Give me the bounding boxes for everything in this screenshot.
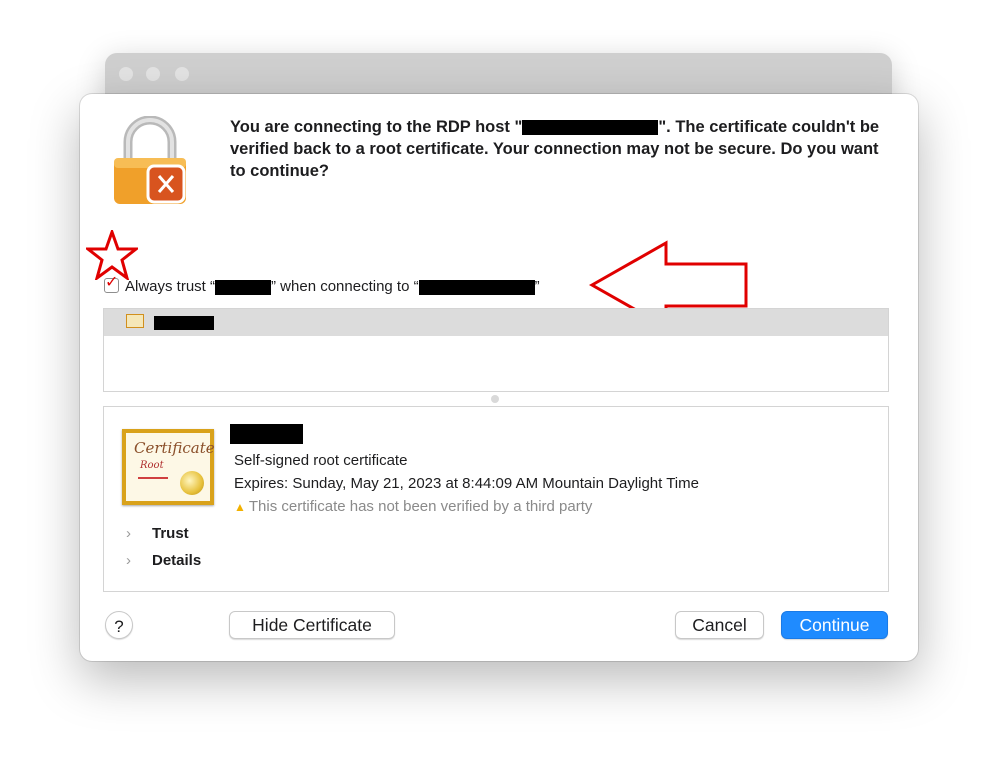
redacted-certificate-name xyxy=(215,279,272,295)
help-button[interactable]: ? xyxy=(105,611,133,639)
warning-icon: ▲ xyxy=(234,500,246,514)
details-disclosure-label: Details xyxy=(152,552,202,569)
redacted-host-name xyxy=(418,279,535,295)
splitter-handle[interactable] xyxy=(491,395,499,403)
close-window-icon[interactable] xyxy=(119,67,133,81)
certificate-chain-list[interactable] xyxy=(103,308,889,392)
certificate-chain-row[interactable] xyxy=(104,309,888,336)
always-trust-checkbox[interactable]: ✓ xyxy=(104,274,119,293)
certificate-type: Self-signed root certificate xyxy=(234,452,408,469)
trust-label-middle: ” when connecting to “ xyxy=(271,278,419,295)
certificate-dialog: You are connecting to the RDP host " ". T… xyxy=(80,94,918,661)
zoom-window-icon[interactable] xyxy=(175,67,189,81)
trust-disclosure-label: Trust xyxy=(152,525,189,542)
redacted-hostname xyxy=(522,120,659,136)
rdp-lock-icon xyxy=(114,116,186,204)
certificate-expiry: Expires: Sunday, May 21, 2023 at 8:44:09… xyxy=(234,475,699,492)
hide-certificate-button[interactable]: Hide Certificate xyxy=(229,611,395,639)
minimize-window-icon[interactable] xyxy=(146,67,160,81)
redacted-certificate-name xyxy=(230,424,303,444)
redacted-certificate-name xyxy=(154,316,214,330)
swirl-decoration xyxy=(138,477,168,479)
trust-disclosure[interactable]: › Trust xyxy=(126,525,189,542)
details-disclosure[interactable]: › Details xyxy=(126,552,201,569)
chevron-right-icon: › xyxy=(126,525,131,542)
certificate-image-title: Certificate xyxy=(134,439,215,457)
trust-label-prefix: Always trust “ xyxy=(125,278,216,295)
certificate-image-icon: Certificate Root xyxy=(122,429,215,505)
trust-label-suffix: ” xyxy=(534,278,540,295)
chevron-right-icon: › xyxy=(126,552,131,569)
always-trust-row[interactable]: ✓ Always trust “ ” when connecting to “ ” xyxy=(104,274,540,297)
cancel-button[interactable]: Cancel xyxy=(675,611,764,639)
checkmark-icon: ✓ xyxy=(105,274,119,291)
seal-icon xyxy=(180,471,204,495)
certificate-warning-text: This certificate has not been verified b… xyxy=(248,498,593,515)
certificate-icon xyxy=(126,314,144,328)
certificate-image-subtitle: Root xyxy=(140,460,164,471)
star-annotation-icon xyxy=(86,230,138,280)
continue-button[interactable]: Continue xyxy=(781,611,888,639)
certificate-details-panel: Certificate Root Self-signed root certif… xyxy=(103,406,889,592)
certificate-warning: ▲ This certificate has not been verified … xyxy=(234,498,592,515)
dialog-message: You are connecting to the RDP host " ". T… xyxy=(230,118,880,180)
